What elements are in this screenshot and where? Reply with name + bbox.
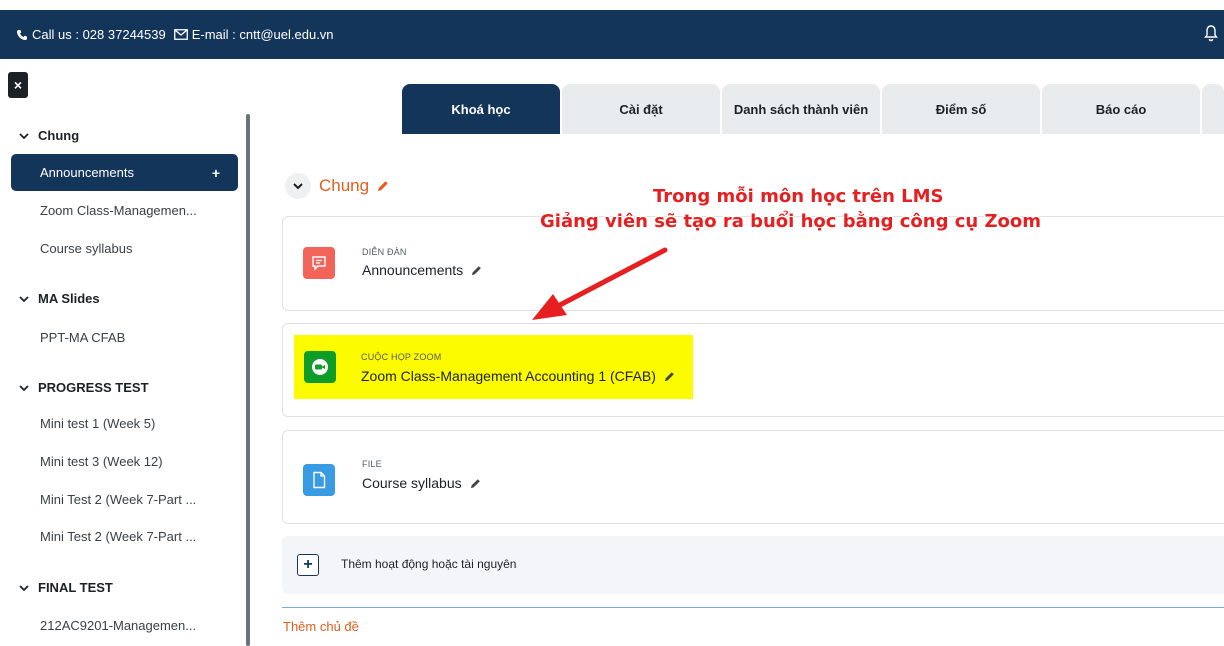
forum-icon — [303, 247, 335, 279]
zoom-camera-icon — [304, 351, 336, 383]
sidebar-section-chung[interactable]: Chung — [18, 128, 79, 143]
chevron-down-icon — [19, 384, 29, 391]
sidebar-item-final-exam[interactable]: 212AC9201-Managemen... — [40, 618, 196, 633]
close-drawer-button[interactable]: × — [8, 72, 28, 98]
chevron-down-icon — [19, 584, 29, 591]
tab-reports[interactable]: Báo cáo — [1042, 84, 1200, 134]
annotation-line-2: Giảng viên sẽ tạo ra buổi học bằng công … — [540, 211, 1042, 232]
tab-grades[interactable]: Điểm số — [882, 84, 1040, 134]
activity-type-label: FILE — [362, 459, 382, 469]
phone-text: Call us : 028 37244539 — [32, 27, 166, 42]
edit-pencil-icon[interactable] — [664, 371, 675, 382]
email-contact[interactable]: E-mail : cntt@uel.edu.vn — [173, 27, 334, 42]
add-icon[interactable]: + — [297, 554, 319, 576]
sidebar-section-final-test[interactable]: FINAL TEST — [18, 580, 113, 595]
sidebar-item-mini-test-2a[interactable]: Mini Test 2 (Week 7-Part ... — [40, 492, 196, 507]
annotation-line-1: Trong mỗi môn học trên LMS — [653, 186, 944, 207]
section-title[interactable]: Chung — [319, 176, 369, 196]
sidebar-section-label: FINAL TEST — [38, 580, 113, 595]
edit-pencil-icon[interactable] — [377, 180, 389, 192]
collapse-section-button[interactable] — [285, 173, 311, 199]
sidebar-scrollbar[interactable] — [246, 114, 250, 646]
activity-type-label: DIỄN ĐÀN — [362, 247, 407, 257]
chevron-down-icon — [19, 295, 29, 302]
edit-pencil-icon[interactable] — [471, 265, 482, 276]
add-topic-link[interactable]: Thêm chủ đề — [283, 619, 359, 634]
sidebar-item-announcements[interactable]: Announcements + — [11, 154, 238, 191]
sidebar-item-label: Announcements — [40, 165, 134, 180]
tab-participants[interactable]: Danh sách thành viên — [722, 84, 880, 134]
bell-icon[interactable] — [1204, 24, 1218, 42]
email-text: E-mail : cntt@uel.edu.vn — [191, 27, 334, 42]
section-divider — [282, 607, 1224, 608]
activity-card-file: FILE Course syllabus — [282, 430, 1224, 524]
sidebar-section-progress-test[interactable]: PROGRESS TEST — [18, 380, 149, 395]
sidebar-section-ma-slides[interactable]: MA Slides — [18, 291, 100, 306]
annotation-arrow-icon — [532, 247, 668, 320]
tab-more[interactable] — [1202, 84, 1224, 134]
course-index-sidebar — [0, 112, 240, 646]
edit-pencil-icon[interactable] — [470, 478, 481, 489]
activity-link-course-syllabus[interactable]: Course syllabus — [362, 475, 462, 491]
sidebar-item-zoom-class[interactable]: Zoom Class-Managemen... — [40, 203, 197, 218]
sidebar-section-label: Chung — [38, 128, 80, 143]
sidebar-item-ppt-ma-cfab[interactable]: PPT-MA CFAB — [40, 330, 125, 345]
sidebar-section-label: MA Slides — [38, 291, 100, 306]
phone-icon — [17, 29, 27, 40]
sidebar-section-label: PROGRESS TEST — [38, 380, 149, 395]
envelope-icon — [173, 29, 188, 40]
section-header: Chung — [285, 173, 389, 199]
phone-contact[interactable]: Call us : 028 37244539 — [16, 27, 166, 42]
course-nav-tabs: Khoá học Cài đặt Danh sách thành viên Đi… — [402, 84, 1224, 134]
activity-name[interactable]: Announcements — [362, 262, 482, 278]
tab-settings[interactable]: Cài đặt — [562, 84, 720, 134]
sidebar-item-mini-test-3[interactable]: Mini test 3 (Week 12) — [40, 454, 163, 469]
tab-course[interactable]: Khoá học — [402, 84, 560, 134]
activity-name[interactable]: Zoom Class-Management Accounting 1 (CFAB… — [361, 368, 675, 384]
add-activity-label[interactable]: Thêm hoạt động hoặc tài nguyên — [341, 557, 516, 571]
activity-link-zoom-class[interactable]: Zoom Class-Management Accounting 1 (CFAB… — [361, 368, 656, 384]
close-icon: × — [13, 77, 23, 93]
activity-type-label: CUỘC HỌP ZOOM — [361, 352, 442, 362]
activity-link-announcements[interactable]: Announcements — [362, 262, 463, 278]
highlight-marker — [294, 335, 693, 399]
sidebar-item-mini-test-1[interactable]: Mini test 1 (Week 5) — [40, 416, 155, 431]
move-icon[interactable]: + — [212, 165, 220, 181]
sidebar-item-course-syllabus[interactable]: Course syllabus — [40, 241, 133, 256]
file-icon — [303, 464, 335, 496]
chevron-down-icon — [19, 132, 29, 139]
sidebar-item-mini-test-2b[interactable]: Mini Test 2 (Week 7-Part ... — [40, 529, 196, 544]
activity-name[interactable]: Course syllabus — [362, 475, 481, 491]
chevron-down-icon — [293, 183, 303, 190]
add-activity-bar[interactable]: + Thêm hoạt động hoặc tài nguyên — [282, 536, 1224, 594]
top-contact-bar: Call us : 028 37244539 E-mail : cntt@uel… — [0, 10, 1224, 59]
